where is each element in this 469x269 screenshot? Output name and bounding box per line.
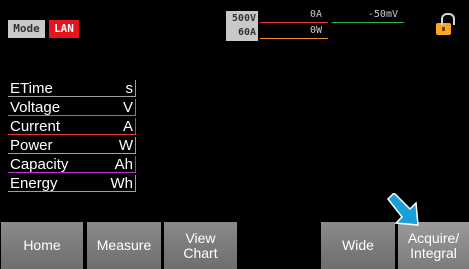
param-unit: s xyxy=(125,80,134,97)
view-chart-button[interactable]: View Chart xyxy=(164,222,237,269)
param-row-etime[interactable]: ETime s xyxy=(8,80,136,97)
param-label: Current xyxy=(10,118,61,135)
wide-button[interactable]: Wide xyxy=(321,222,395,269)
param-row-energy[interactable]: Energy Wh xyxy=(8,175,136,192)
lan-badge: LAN xyxy=(49,20,79,38)
rated-values: 500V 60A xyxy=(226,11,258,41)
pointer-arrow-icon xyxy=(387,193,419,226)
power-reading: 0W xyxy=(309,25,322,36)
home-button[interactable]: Home xyxy=(1,222,83,269)
param-row-voltage[interactable]: Voltage V xyxy=(8,99,136,116)
param-label: Power xyxy=(10,137,53,154)
param-row-power[interactable]: Power W xyxy=(8,137,136,154)
param-unit: Ah xyxy=(114,156,133,173)
current-reading: 0A xyxy=(309,9,322,20)
voltage-underline xyxy=(332,22,404,23)
measure-button[interactable]: Measure xyxy=(87,222,161,269)
acquire-integral-button[interactable]: Acquire/ Integral xyxy=(398,222,469,269)
mode-button[interactable]: Mode xyxy=(8,20,45,38)
param-unit: Wh xyxy=(110,175,134,192)
param-label: Capacity xyxy=(10,156,69,173)
current-underline xyxy=(260,22,328,23)
param-unit: W xyxy=(118,137,133,154)
param-row-current[interactable]: Current A xyxy=(8,118,136,135)
param-label: Voltage xyxy=(10,99,61,116)
rated-current: 60A xyxy=(237,27,256,38)
param-unit: A xyxy=(122,118,133,135)
lock-icon[interactable] xyxy=(436,13,455,35)
power-underline xyxy=(260,38,328,39)
voltage-reading: -50mV xyxy=(367,9,398,20)
param-row-capacity[interactable]: Capacity Ah xyxy=(8,156,136,173)
param-label: Energy xyxy=(10,175,58,192)
rated-voltage: 500V xyxy=(231,13,256,24)
status-bar: Mode LAN 500V 60A 0A 0W -50mV xyxy=(0,0,469,44)
param-unit: V xyxy=(122,99,133,116)
param-label: ETime xyxy=(10,80,53,97)
parameter-list: ETime s Voltage V Current A Power W Capa… xyxy=(8,80,136,194)
